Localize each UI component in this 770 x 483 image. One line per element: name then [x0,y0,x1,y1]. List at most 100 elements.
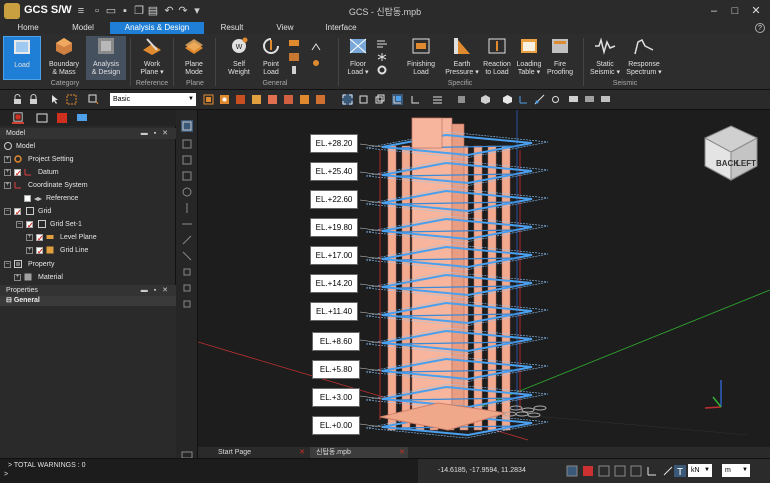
select-tool-icon[interactable] [181,120,193,132]
area-load-icon[interactable] [288,52,300,62]
minimize-icon[interactable]: – [706,3,722,19]
collapse-icon[interactable]: – [16,221,23,228]
force-unit-select[interactable]: kN ▼ [688,464,712,477]
tab-message-icon[interactable] [76,112,88,124]
rotate-tool-icon[interactable] [181,186,193,198]
tree-item-datum[interactable]: + Datum [4,166,59,180]
collapse-icon[interactable]: ⊟ [6,297,14,304]
column[interactable] [473,145,483,431]
extend-tool-icon[interactable] [181,234,193,246]
command-prompt[interactable]: > [4,471,8,478]
label-icon[interactable] [600,94,611,105]
collapse-icon[interactable]: – [4,208,11,215]
array-tool-icon[interactable] [181,298,193,310]
gear-icon[interactable] [376,65,388,75]
finishing-load-button[interactable]: Finishing Load [404,36,438,80]
tab-model[interactable]: Model [56,22,110,34]
tab-interface[interactable]: Interface [310,22,372,34]
filter-icon[interactable] [203,94,214,105]
tab-result[interactable]: Result [204,22,260,34]
earth-pressure-button[interactable]: Earth Pressure ▾ [445,36,479,80]
static-seismic-button[interactable]: Static Seismic ▾ [588,36,622,80]
slab-icon[interactable] [267,94,278,105]
tab-model-file[interactable]: 신탑동.mpb ✕ [310,447,408,458]
close-icon[interactable]: ✕ [399,447,405,458]
lock-icon[interactable] [28,94,39,105]
node-tool-icon[interactable] [181,138,193,150]
tab-work-tree-icon[interactable] [56,112,68,124]
analysis-design-button[interactable]: Analysis & Design [86,36,126,80]
move-tool-icon[interactable] [181,154,193,166]
plane-mode-button[interactable]: Plane Mode [176,36,212,80]
tree-item-model[interactable]: Model [4,140,35,153]
tree-item-level-plane[interactable]: + Level Plane [26,231,97,245]
panel-controls[interactable]: ▬ ▪ ✕ [141,128,170,139]
display-lines-icon[interactable] [432,94,443,105]
expand-icon[interactable]: + [4,182,11,189]
expand-icon[interactable]: + [14,274,21,281]
help-icon[interactable]: ? [755,23,765,33]
temperature-load-icon[interactable] [288,65,300,75]
self-weight-button[interactable]: w Self Weight [220,36,258,80]
reference-checkbox[interactable] [24,195,31,202]
view-3d-icon[interactable] [392,94,403,105]
select-mode-icon[interactable] [88,94,99,105]
maximize-icon[interactable]: □ [727,3,743,19]
line-load-icon[interactable] [288,38,300,48]
node-icon[interactable] [219,94,230,105]
grid-set-checkbox[interactable] [26,219,34,232]
load-filter-icon[interactable] [299,94,310,105]
mirror-tool-icon[interactable] [181,202,193,214]
tree-item-material[interactable]: + Material [14,271,63,284]
expand-icon[interactable]: + [4,156,11,163]
settlement-icon[interactable] [310,58,322,68]
grid-line-checkbox[interactable] [36,245,44,258]
member-icon[interactable] [251,94,262,105]
tab-model-tree-icon[interactable] [12,112,24,124]
load-button[interactable]: Load [3,36,41,80]
view-cube[interactable]: BACK LEFT [702,124,760,182]
properties-section-general[interactable]: ⊟ General [0,296,176,306]
tab-layer-icon[interactable] [36,112,48,124]
grid-filter-icon[interactable] [315,94,326,105]
copy-tool-icon[interactable] [181,170,193,182]
work-plane-button[interactable]: Work Plane ▾ [134,36,170,80]
element-icon[interactable] [235,94,246,105]
expand-icon[interactable]: + [4,169,11,176]
boundary-mass-button[interactable]: Boundary & Mass [44,36,84,80]
building-model[interactable] [359,117,549,439]
axis-icon[interactable] [518,94,529,105]
point-load-button[interactable]: Point Load [258,36,284,80]
trim-tool-icon[interactable] [181,250,193,262]
tree-item-property[interactable]: – Property [4,258,54,271]
panel-controls[interactable]: ▬ ▪ ✕ [141,285,170,296]
tab-start-page[interactable]: Start Page ✕ [212,447,308,458]
view-plan-icon[interactable] [410,94,421,105]
floor-load-button[interactable]: Floor Load ▾ [342,36,374,80]
datum-checkbox[interactable] [14,167,22,180]
tree-item-project-setting[interactable]: + Project Setting [4,153,74,166]
tree-item-grid-line[interactable]: + Grid Line [26,244,88,258]
response-spectrum-button[interactable]: Response Spectrum ▾ [624,36,664,80]
column[interactable] [487,145,497,431]
tab-analysis-design[interactable]: Analysis & Design [110,22,204,34]
shade-icon[interactable] [480,94,491,105]
moment-load-icon[interactable] [310,42,322,52]
style-select[interactable]: Basic ▼ [110,93,196,106]
snow-load-icon[interactable] [376,52,388,62]
snap-node-icon[interactable] [614,465,626,477]
snap-mid-icon[interactable] [598,465,610,477]
expand-icon[interactable]: + [26,247,33,254]
wind-load-icon[interactable] [376,38,388,48]
close-icon[interactable]: ✕ [748,3,764,19]
close-icon[interactable]: ✕ [299,447,305,458]
rotate-icon[interactable] [374,94,385,105]
display-icon[interactable] [568,94,579,105]
snap-ortho-icon[interactable] [630,465,642,477]
select-icon[interactable] [50,94,61,105]
select-window-icon[interactable] [66,94,77,105]
snap-icon[interactable] [550,94,561,105]
zoom-window-icon[interactable] [358,94,369,105]
expand-icon[interactable]: + [26,234,33,241]
merge-tool-icon[interactable] [181,266,193,278]
